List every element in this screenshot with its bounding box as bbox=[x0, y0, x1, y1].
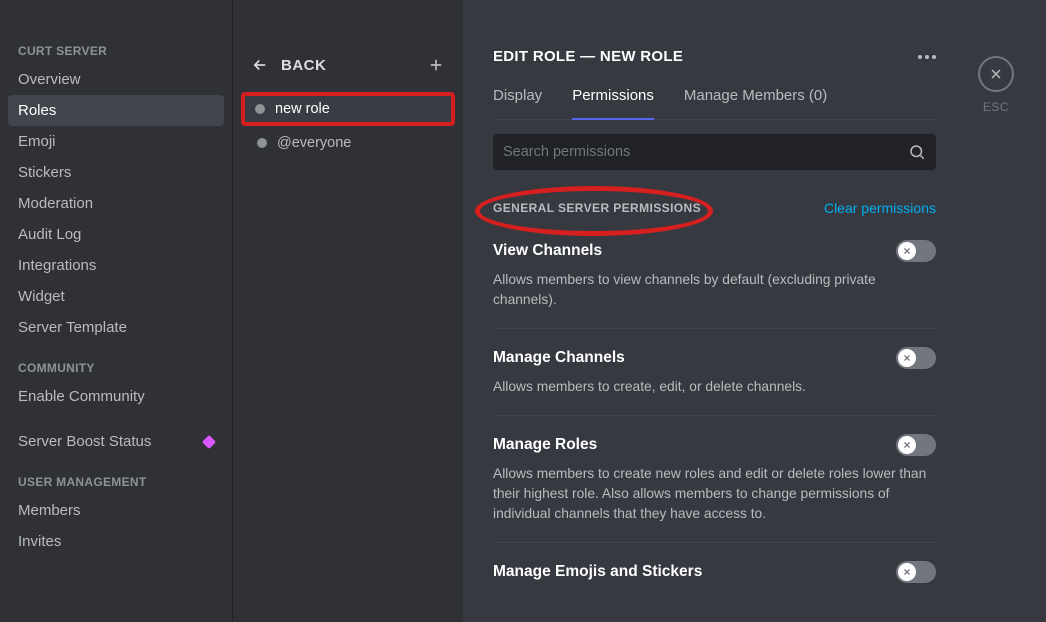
page-title: EDIT ROLE — NEW ROLE bbox=[493, 48, 683, 65]
close-button[interactable] bbox=[978, 56, 1014, 92]
back-label: BACK bbox=[281, 57, 326, 74]
role-color-dot-icon bbox=[255, 104, 265, 114]
back-button[interactable]: BACK bbox=[251, 56, 326, 74]
close-icon bbox=[988, 66, 1004, 82]
sidebar-item-overview[interactable]: Overview bbox=[8, 64, 224, 95]
permission-toggle[interactable] bbox=[896, 561, 936, 583]
role-item-label: new role bbox=[275, 101, 330, 117]
sidebar-item-roles[interactable]: Roles bbox=[8, 95, 224, 126]
sidebar-item-members[interactable]: Members bbox=[8, 495, 224, 526]
permission-manage-channels: Manage Channels Allows members to create… bbox=[493, 347, 936, 416]
boost-gem-icon bbox=[202, 434, 216, 448]
sidebar-item-server-boost[interactable]: Server Boost Status bbox=[8, 426, 224, 457]
sidebar-item-server-template[interactable]: Server Template bbox=[8, 312, 224, 343]
role-color-dot-icon bbox=[257, 138, 267, 148]
permission-toggle[interactable] bbox=[896, 434, 936, 456]
plus-icon bbox=[427, 56, 445, 74]
permission-description: Allows members to create, edit, or delet… bbox=[493, 377, 936, 397]
toggle-knob-icon bbox=[898, 242, 916, 260]
right-gutter: ESC bbox=[966, 0, 1046, 622]
role-tabs: Display Permissions Manage Members (0) bbox=[493, 87, 936, 120]
user-management-header: USER MANAGEMENT bbox=[8, 457, 224, 495]
more-options-button[interactable] bbox=[918, 55, 936, 59]
community-header: COMMUNITY bbox=[8, 343, 224, 381]
arrow-left-icon bbox=[251, 56, 269, 74]
sidebar-item-audit-log[interactable]: Audit Log bbox=[8, 219, 224, 250]
sidebar-item-enable-community[interactable]: Enable Community bbox=[8, 381, 224, 412]
roles-list-column: BACK new role @everyone bbox=[232, 0, 463, 622]
sidebar-item-moderation[interactable]: Moderation bbox=[8, 188, 224, 219]
dot-icon bbox=[925, 55, 929, 59]
sidebar-item-integrations[interactable]: Integrations bbox=[8, 250, 224, 281]
dot-icon bbox=[918, 55, 922, 59]
role-edit-panel: EDIT ROLE — NEW ROLE Display Permissions… bbox=[463, 0, 966, 622]
tab-manage-members[interactable]: Manage Members (0) bbox=[684, 87, 827, 119]
permission-title: Manage Channels bbox=[493, 349, 625, 367]
tab-display[interactable]: Display bbox=[493, 87, 542, 119]
permission-toggle[interactable] bbox=[896, 347, 936, 369]
search-permissions-wrap[interactable] bbox=[493, 134, 936, 170]
permission-description: Allows members to create new roles and e… bbox=[493, 464, 936, 524]
permission-manage-roles: Manage Roles Allows members to create ne… bbox=[493, 434, 936, 543]
permission-view-channels: View Channels Allows members to view cha… bbox=[493, 240, 936, 329]
search-icon bbox=[908, 143, 926, 161]
clear-permissions-link[interactable]: Clear permissions bbox=[824, 200, 936, 216]
permission-title: Manage Roles bbox=[493, 436, 597, 454]
permission-description: Allows members to view channels by defau… bbox=[493, 270, 936, 310]
permission-title: Manage Emojis and Stickers bbox=[493, 563, 702, 581]
settings-sidebar: CURT SERVER Overview Roles Emoji Sticker… bbox=[0, 0, 232, 622]
sidebar-item-invites[interactable]: Invites bbox=[8, 526, 224, 557]
sidebar-item-emoji[interactable]: Emoji bbox=[8, 126, 224, 157]
sidebar-item-widget[interactable]: Widget bbox=[8, 281, 224, 312]
search-permissions-input[interactable] bbox=[503, 144, 908, 160]
esc-label: ESC bbox=[983, 100, 1009, 114]
toggle-knob-icon bbox=[898, 563, 916, 581]
server-name-header: CURT SERVER bbox=[8, 20, 224, 64]
permission-title: View Channels bbox=[493, 242, 602, 260]
toggle-knob-icon bbox=[898, 349, 916, 367]
permissions-section-header: GENERAL SERVER PERMISSIONS bbox=[493, 201, 701, 215]
permission-toggle[interactable] bbox=[896, 240, 936, 262]
role-item-label: @everyone bbox=[277, 135, 351, 151]
dot-icon bbox=[932, 55, 936, 59]
permission-manage-emojis-stickers: Manage Emojis and Stickers bbox=[493, 561, 936, 597]
tab-permissions[interactable]: Permissions bbox=[572, 87, 654, 120]
add-role-button[interactable] bbox=[427, 56, 445, 74]
role-item-new-role[interactable]: new role bbox=[241, 92, 455, 126]
sidebar-item-stickers[interactable]: Stickers bbox=[8, 157, 224, 188]
role-item-everyone[interactable]: @everyone bbox=[245, 128, 451, 158]
toggle-knob-icon bbox=[898, 436, 916, 454]
